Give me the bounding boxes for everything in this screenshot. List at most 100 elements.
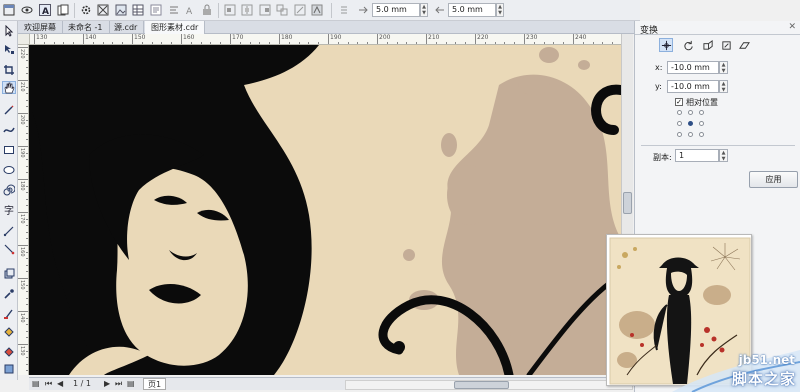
tab-graphics-cdr[interactable]: 图形素材.cdr [145,21,206,34]
add-page-icon[interactable]: ▤ [127,378,135,390]
interactive-fill-icon[interactable] [2,345,16,358]
position-transform-icon[interactable] [659,38,673,52]
align-right-icon[interactable] [258,3,272,17]
image-icon[interactable] [114,3,128,17]
ruler-h-label: 140 [85,34,97,41]
next-page-icon[interactable]: ▶ [104,378,110,390]
text-tool-icon[interactable]: 字 [2,203,16,216]
ruler-v-label: 170 [19,214,25,224]
anchor-center[interactable] [688,121,693,126]
pan-hand-tool-icon[interactable] [2,81,16,94]
x-spinner[interactable]: ▲ ▼ [719,61,728,74]
connector-tool-icon[interactable] [2,242,16,255]
ruler-h-tick [524,34,525,44]
ruler-v-tick [18,245,28,246]
docker-close-icon[interactable]: ✕ [788,22,796,32]
anchor-bottom-left[interactable] [677,132,682,137]
prev-page-icon[interactable]: ◀ [57,378,63,390]
apply-button[interactable]: 应用 [749,171,798,188]
vertical-scroll-thumb[interactable] [623,192,632,214]
font-a-icon[interactable]: A [183,3,197,17]
smart-fill-icon[interactable] [2,362,16,375]
text-frame-icon[interactable] [149,3,163,17]
outline-pen-icon[interactable] [2,307,16,320]
tab-untitled[interactable]: 未命名 -1 [62,21,110,34]
fill-tool-icon[interactable] [2,325,16,338]
drawing-canvas[interactable] [29,45,621,375]
ruler-h-tick [475,34,476,44]
rotate-transform-icon[interactable] [681,38,695,52]
ruler-h-label: 160 [183,34,195,41]
spiral-tool-icon[interactable] [2,183,16,196]
page-tab[interactable]: 页1 [143,378,167,390]
skew-transform-icon[interactable] [737,38,751,52]
copies-field[interactable]: 1 [675,149,719,162]
ruler-v-tick [18,278,28,279]
ruler-v-tick [18,212,28,213]
anchor-bottom-right[interactable] [699,132,704,137]
view-eye-icon[interactable] [20,3,34,17]
eyedropper-tool-icon[interactable] [2,287,16,300]
ruler-h-label: 180 [281,34,293,41]
freehand-tool-icon[interactable] [2,103,16,116]
ruler-v-tick [18,311,28,312]
size-transform-icon[interactable] [719,38,733,52]
page-options-icon[interactable]: ▤ [32,378,40,390]
copies-spinner[interactable]: ▲ ▼ [719,149,728,162]
ruler-origin[interactable] [18,34,30,45]
pages-icon[interactable] [56,3,70,17]
anchor-top-left[interactable] [677,110,682,115]
vertical-ruler[interactable]: 220 210 200 190 180 170 160 150 140 130 [18,45,29,375]
align-text-icon[interactable] [167,3,181,17]
tab-source-cdr[interactable]: 源.cdr [108,21,145,34]
shape-tool-icon[interactable] [2,42,16,55]
nudge-spinner[interactable]: ▲ ▼ [420,3,428,17]
relative-position-checkbox[interactable]: ✓ [675,98,683,106]
pick-tool-icon[interactable] [2,24,16,37]
artistic-media-icon[interactable] [2,123,16,136]
nudge-distance-field[interactable]: 5.0 mm [372,3,420,17]
table-icon[interactable] [131,3,145,17]
ellipse-tool-icon[interactable] [2,163,16,176]
first-page-icon[interactable]: ⏮ [45,378,52,390]
gear-icon[interactable] [79,3,93,17]
duplicate-spinner[interactable]: ▲ ▼ [496,3,504,17]
anchor-middle-left[interactable] [677,121,682,126]
ruler-h-label: 190 [330,34,342,41]
weld-icon[interactable] [293,3,307,17]
trim-icon[interactable] [310,3,324,17]
crop-tool-icon[interactable] [2,63,16,76]
anchor-middle-right[interactable] [699,121,704,126]
horizontal-scroll-thumb[interactable] [454,381,509,389]
last-page-icon[interactable]: ⏭ [115,378,122,390]
combine-icon[interactable] [275,3,289,17]
lock-icon[interactable] [200,3,214,17]
ruler-v-tick [18,113,28,114]
rectangle-tool-icon[interactable] [2,143,16,156]
duplicate-distance-field[interactable]: 5.0 mm [448,3,496,17]
anchor-top-center[interactable] [688,110,693,115]
ruler-v-tick [18,344,28,345]
ruler-v-label: 140 [19,313,25,323]
blend-tool-icon[interactable] [2,267,16,280]
tab-welcome[interactable]: 欢迎屏幕 [18,21,63,34]
align-left-icon[interactable] [223,3,237,17]
y-position-field[interactable]: -10.0 mm [667,80,719,93]
y-spinner[interactable]: ▲ ▼ [719,80,728,93]
ruler-h-label: 240 [575,34,587,41]
align-center-icon[interactable] [240,3,254,17]
x-position-field[interactable]: -10.0 mm [667,61,719,74]
anchor-top-right[interactable] [699,110,704,115]
ruler-h-label: 200 [379,34,391,41]
anchor-bottom-center[interactable] [688,132,693,137]
page-navigation-bar: ▤ ⏮ ◀ 1 / 1 ▶ ⏭ ▤ 页1 [29,377,633,390]
text-bold-a-icon[interactable]: A [38,3,52,17]
dimension-tool-icon[interactable] [2,224,16,237]
horizontal-ruler[interactable]: 130 140 150 160 170 180 190 200 210 220 230 240 [30,34,628,45]
document-tabs: 欢迎屏幕 未命名 -1 源.cdr 图形素材.cdr [18,21,640,34]
scale-mirror-icon[interactable] [701,38,715,52]
ruler-h-tick [377,34,378,44]
frame-icon[interactable] [2,3,16,17]
x-label: x: [655,63,663,72]
cancel-box-icon[interactable] [96,3,110,17]
